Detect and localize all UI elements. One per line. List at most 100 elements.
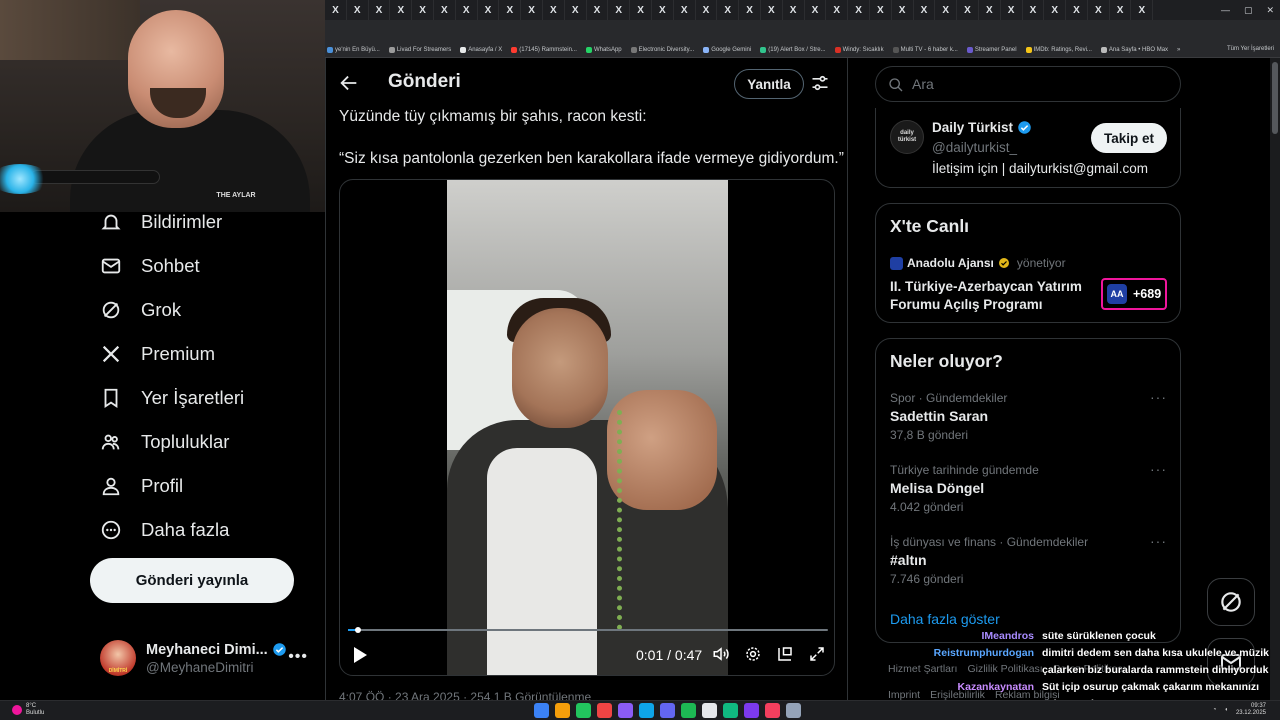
browser-tab[interactable]: X [499,0,522,20]
bookmark-item[interactable]: Livad For Streamers [388,46,451,53]
browser-tab[interactable]: X [630,0,652,20]
search-input[interactable] [912,75,1162,93]
trend-more-options-icon[interactable]: ··· [1150,389,1167,405]
taskbar-app-icon[interactable] [765,703,780,718]
fullscreen-icon[interactable] [808,645,826,663]
bookmark-item[interactable]: (17145) Rammstein... [511,46,577,53]
nav-item-communities[interactable]: Topluluklar [100,428,229,456]
video-progress-knob[interactable] [355,627,362,633]
clock[interactable]: 09:37 23.12.2025 [1236,703,1266,717]
bookmark-item[interactable]: Google Gemini [703,46,751,53]
search-box[interactable] [875,66,1181,102]
browser-tab[interactable]: X [608,0,631,20]
taskbar-app-icon[interactable] [639,703,654,718]
live-event-title[interactable]: II. Türkiye-Azerbaycan Yatırım Forumu Aç… [890,278,1090,314]
taskbar-app-icon[interactable] [555,703,570,718]
picture-in-picture-icon[interactable] [776,645,794,663]
browser-tab[interactable]: X [892,0,914,20]
browser-tab[interactable]: X [412,0,434,20]
browser-tab[interactable]: X [456,0,478,20]
browser-tab[interactable]: X [347,0,369,20]
bookmark-item[interactable]: ye'nin En Büyü... [327,46,380,53]
trend-more-options-icon[interactable]: ··· [1150,461,1167,477]
nav-item-grok[interactable]: Grok [100,296,181,324]
browser-address-bar[interactable] [325,20,1280,42]
close-icon[interactable]: ✕ [1266,5,1274,16]
browser-tab[interactable]: X [1044,0,1067,20]
browser-tab[interactable]: X [434,0,456,20]
post-button[interactable]: Gönderi yayınla [90,558,294,603]
browser-tab[interactable]: X [783,0,805,20]
scrollbar-thumb[interactable] [1272,62,1278,134]
bookmark-item[interactable]: Streamer Panel [966,46,1017,53]
browser-tab[interactable]: X [826,0,849,20]
trend-more-options-icon[interactable]: ··· [1150,533,1167,549]
live-listener-badge[interactable]: AA +689 [1101,278,1167,310]
browser-tab[interactable]: X [696,0,718,20]
bookmark-item[interactable]: Ana Sayfa • HBO Max [1100,46,1168,53]
bookmarks-overflow-button[interactable]: » [1177,47,1180,53]
bookmark-item[interactable]: WhatsApp [585,46,622,53]
browser-tab[interactable]: X [739,0,761,20]
browser-tab[interactable]: X [478,0,500,20]
nav-item-x-logo[interactable]: Premium [100,340,215,368]
browser-tab[interactable]: X [652,0,674,20]
browser-tab[interactable]: X [979,0,1001,20]
bookmark-item[interactable]: Electronic Diversity... [630,46,694,53]
browser-tab[interactable]: X [914,0,936,20]
suggested-account-name[interactable]: Daily Türkist [932,120,1032,135]
trend-item[interactable]: Türkiye tarihinde gündemde Melisa Döngel 4… [890,463,1170,514]
volume-icon[interactable] [712,645,730,663]
taskbar-app-icon[interactable] [534,703,549,718]
browser-tab[interactable]: X [1023,0,1045,20]
browser-tab[interactable]: X [717,0,740,20]
browser-tab[interactable]: X [957,0,979,20]
grok-float-button[interactable] [1207,578,1255,626]
browser-tab[interactable]: X [325,0,347,20]
browser-tab[interactable]: X [369,0,391,20]
browser-tab[interactable]: X [1110,0,1132,20]
bookmark-item[interactable]: Windy: Sıcaklık [834,46,884,53]
live-host[interactable]: Anadolu Ajansı yönetiyor [890,256,1066,270]
wifi-icon[interactable]: ◔ [1213,707,1217,713]
taskbar-app-icon[interactable] [786,703,801,718]
maximize-icon[interactable]: ▢ [1244,5,1253,16]
browser-tab[interactable]: X [1131,0,1154,20]
trend-item[interactable]: Spor · Gündemdekiler Sadettin Saran 37,8 B… [890,391,1170,442]
bookmark-item[interactable]: (19) Alert Box / Stre... [760,46,826,53]
browser-tab[interactable]: X [761,0,783,20]
nav-item-bell[interactable]: Bildirimler [100,208,222,236]
footer-link[interactable]: Imprint [888,689,920,700]
weather-widget[interactable]: 8°C Bulutlu [12,703,44,717]
browser-tab[interactable]: X [543,0,565,20]
taskbar-app-icon[interactable] [576,703,591,718]
browser-tab[interactable]: X [1066,0,1088,20]
account-switcher[interactable]: DİMİTRİ Meyhaneci Dimi... @MeyhaneDimitr… [100,636,314,680]
settings-sliders-icon[interactable] [810,73,830,93]
browser-tab[interactable]: X [674,0,696,20]
bookmark-item[interactable]: Multi TV - 6 haber k... [892,46,958,53]
reply-button[interactable]: Yanıtla [734,69,804,99]
bookmark-item[interactable]: Anasayfa / X [460,46,502,53]
taskbar-app-icon[interactable] [681,703,696,718]
all-bookmarks-link[interactable]: Tüm Yer İşaretleri [1227,46,1274,52]
minimize-icon[interactable]: — [1221,5,1230,15]
play-icon[interactable] [352,646,368,664]
bookmark-item[interactable]: IMDb: Ratings, Revi... [1025,46,1092,53]
speaker-icon[interactable]: ◖ [1224,707,1228,713]
browser-tab[interactable]: X [1001,0,1023,20]
browser-tab[interactable]: X [805,0,827,20]
nav-item-more-circle[interactable]: Daha fazla [100,516,229,544]
taskbar-app-icon[interactable] [723,703,738,718]
nav-item-person[interactable]: Profil [100,472,183,500]
settings-gear-icon[interactable] [744,645,762,663]
taskbar-app-icon[interactable] [744,703,759,718]
browser-tab[interactable]: X [587,0,609,20]
taskbar-app-icon[interactable] [660,703,675,718]
trend-item[interactable]: İş dünyası ve finans · Gündemdekiler #alt… [890,535,1170,586]
back-arrow-icon[interactable] [338,72,360,94]
browser-tab[interactable]: X [390,0,413,20]
taskbar-app-icon[interactable] [618,703,633,718]
browser-tab[interactable]: X [870,0,892,20]
daily-turkist-avatar[interactable]: daily türkist [890,120,924,154]
